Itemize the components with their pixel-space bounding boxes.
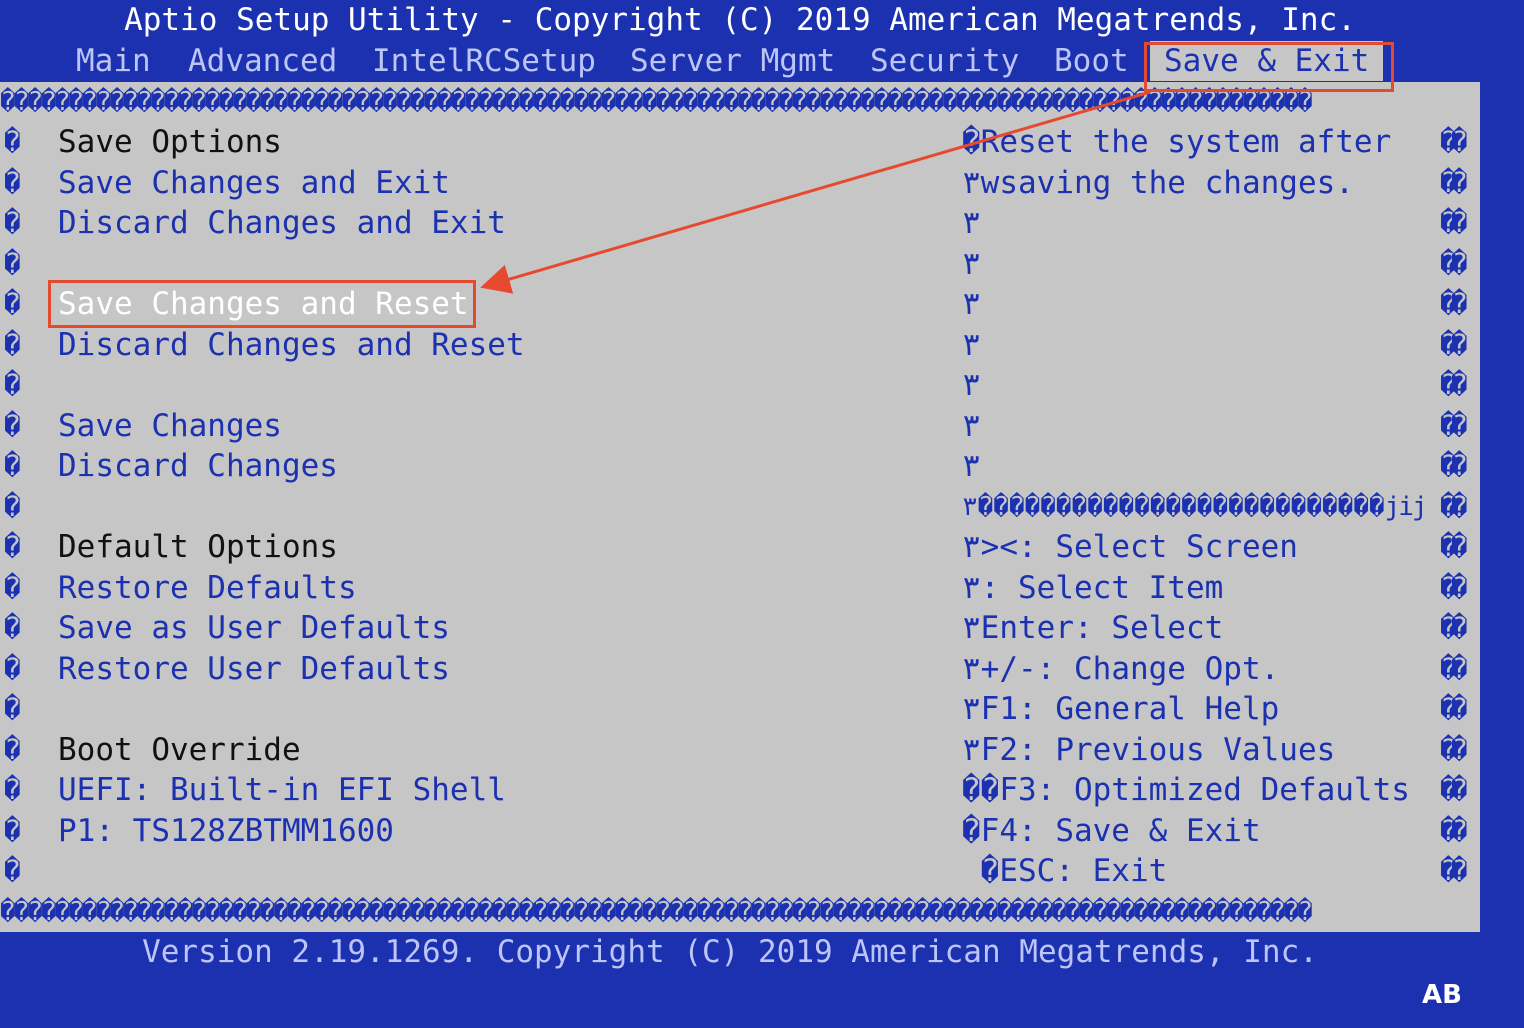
help-text: �Reset the system after [962, 124, 1392, 160]
annotation-box-tab [1144, 42, 1394, 92]
right-border-glyph: �� [1440, 489, 1468, 523]
key-hint: ٣ [962, 367, 981, 403]
right-border-glyph: �� [1440, 327, 1468, 361]
left-border-glyph: � [4, 287, 21, 320]
tab-security[interactable]: Security [870, 41, 1019, 81]
left-border-glyph: � [4, 449, 21, 482]
key-hint: ٣ [962, 448, 981, 484]
tab-main[interactable]: Main [76, 41, 151, 81]
help-divider: ٣��������������������������jij [962, 491, 1428, 522]
section-header: Default Options [58, 529, 338, 565]
right-border-glyph: �� [1440, 773, 1468, 806]
window-title: Aptio Setup Utility - Copyright (C) 2019… [124, 2, 1356, 38]
key-hint: �ESC: Exit [962, 853, 1168, 889]
menu-item[interactable]: Discard Changes [58, 446, 338, 486]
left-border-glyph: � [4, 165, 21, 199]
left-border-glyph: � [4, 246, 21, 280]
menu-item[interactable]: Save as User Defaults [58, 608, 450, 648]
right-border-glyph: �� [1440, 165, 1468, 199]
menu-item[interactable]: Discard Changes and Reset [58, 325, 525, 365]
left-border-glyph: � [4, 611, 21, 644]
help-text: ٣wsaving the changes. [962, 164, 1354, 201]
section-header: Boot Override [58, 731, 301, 768]
right-border-glyph: �� [1440, 692, 1468, 725]
left-border-glyph: � [4, 692, 21, 725]
tab-boot[interactable]: Boot [1054, 41, 1129, 81]
left-border-glyph: � [4, 408, 21, 442]
section-header: Save Options [58, 124, 282, 160]
right-border-glyph: �� [1440, 854, 1468, 887]
right-border-glyph: �� [1440, 651, 1468, 685]
left-border-glyph: � [4, 125, 21, 158]
tab-server-mgmt[interactable]: Server Mgmt [630, 41, 835, 81]
bottom-border: ����������������������������������������… [0, 897, 1313, 927]
key-hint: �F4: Save & Exit [962, 812, 1261, 849]
key-hint: ٣ [962, 205, 981, 241]
right-border-glyph: �� [1440, 611, 1468, 644]
annotation-box-selected-item [48, 280, 476, 328]
key-hint: ٣><: Select Screen [962, 529, 1298, 565]
right-border-glyph: �� [1440, 246, 1468, 280]
right-border-glyph: �� [1440, 449, 1468, 482]
left-border-glyph: � [4, 651, 21, 685]
left-border-glyph: � [4, 206, 21, 239]
corner-badge: AB [1422, 980, 1462, 1010]
key-hint: ٣: Select Item [962, 569, 1224, 606]
key-hint: ٣ [962, 245, 981, 282]
right-border-glyph: �� [1440, 530, 1468, 563]
menu-item[interactable]: P1: TS128ZBTMM1600 [58, 811, 394, 851]
left-border-glyph: � [4, 813, 21, 847]
key-hint: ٣ [962, 286, 981, 322]
key-hint: ٣+/-: Change Opt. [962, 650, 1280, 687]
right-border-glyph: �� [1440, 125, 1468, 158]
left-border-glyph: � [4, 530, 21, 563]
right-border-glyph: �� [1440, 813, 1468, 847]
left-border-glyph: � [4, 854, 21, 887]
menu-item[interactable]: UEFI: Built-in EFI Shell [58, 770, 506, 810]
menu-item[interactable]: Save Changes and Exit [58, 163, 450, 203]
right-border-glyph: �� [1440, 408, 1468, 442]
left-border-glyph: � [4, 732, 21, 766]
left-border-glyph: � [4, 489, 21, 523]
menu-item[interactable]: Restore User Defaults [58, 649, 450, 689]
key-hint: ٣ [962, 326, 981, 363]
tab-intelrcsetup[interactable]: IntelRCSetup [372, 41, 596, 81]
version-footer: Version 2.19.1269. Copyright (C) 2019 Am… [142, 934, 1318, 970]
menu-item[interactable]: Restore Defaults [58, 568, 357, 608]
key-hint: ٣ [962, 407, 981, 444]
menu-item[interactable]: Discard Changes and Exit [58, 203, 506, 243]
right-border-glyph: �� [1440, 206, 1468, 239]
key-hint: ٣Enter: Select [962, 610, 1224, 646]
right-border-glyph: �� [1440, 368, 1468, 401]
key-hint: ٣F2: Previous Values [962, 731, 1336, 768]
key-hint: ٣F1: General Help [962, 691, 1280, 727]
left-border-glyph: � [4, 773, 21, 806]
setup-panel: ����������������������������������������… [0, 82, 1480, 932]
right-border-glyph: �� [1440, 287, 1468, 320]
menu-item[interactable]: Save Changes [58, 406, 282, 446]
left-border-glyph: � [4, 570, 21, 604]
key-hint: ��F3: Optimized Defaults [962, 772, 1410, 808]
left-border-glyph: � [4, 368, 21, 401]
right-border-glyph: �� [1440, 732, 1468, 766]
tab-advanced[interactable]: Advanced [188, 41, 337, 81]
right-border-glyph: �� [1440, 570, 1468, 604]
left-border-glyph: � [4, 327, 21, 361]
